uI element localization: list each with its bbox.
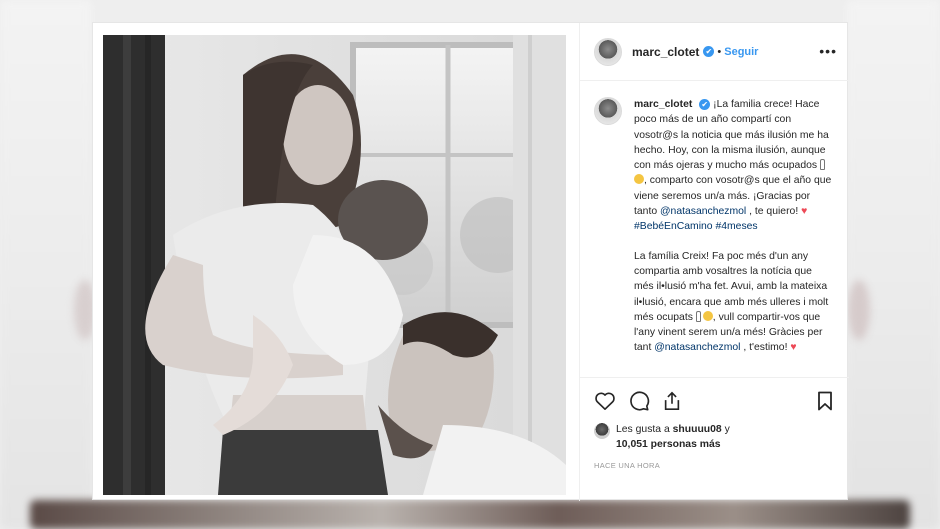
likes-summary: Les gusta a shuuuu08 y 10,051 personas m… [594,422,835,452]
caption-username[interactable]: marc_clotet [634,99,692,110]
instagram-post: marc_clotet ✔ • Seguir ••• marc_clotet ✔… [92,22,849,501]
heart-outline-icon[interactable] [594,391,616,411]
baby-bottle-icon [695,310,701,322]
likes-conj: y [721,424,730,435]
comment-icon[interactable] [628,390,650,412]
post-photo[interactable] [103,35,566,495]
family-photo [103,35,566,495]
mention-link[interactable]: @natasanchezmol [660,206,746,217]
action-icons [594,386,835,416]
likes-prefix: Les gusta a [616,424,673,435]
username[interactable]: marc_clotet [632,45,699,59]
liker-avatar[interactable] [594,423,610,439]
separator-dot: • [717,45,722,58]
background-strip [30,500,910,529]
likes-count[interactable]: 10,051 personas más [616,439,721,450]
caption-paragraph-1c: , te quiero! [746,206,802,218]
heart-icon: ♥ [801,206,808,218]
caption-row: marc_clotet ✔ ¡La familia crece! Hace po… [594,97,835,356]
background-left [0,0,92,529]
verified-icon: ✔ [699,99,711,110]
verified-icon: ✔ [703,46,715,57]
tired-face-icon [634,174,644,185]
post-header: marc_clotet ✔ • Seguir ••• [580,23,849,81]
bookmark-icon[interactable] [817,391,833,411]
follow-button[interactable]: Seguir [724,46,758,58]
post-sidebar: marc_clotet ✔ • Seguir ••• marc_clotet ✔… [579,23,849,501]
hashtag-link[interactable]: #BebéEnCamino [634,221,713,232]
baby-bottle-icon [819,159,825,171]
mention-link[interactable]: @natasanchezmol [654,342,740,353]
caption-area: marc_clotet ✔ ¡La familia crece! Hace po… [580,81,849,377]
more-icon[interactable]: ••• [819,43,837,59]
hashtag-link[interactable]: #4meses [715,221,757,232]
post-timestamp[interactable]: HACE UNA HORA [594,461,835,470]
caption-paragraph-2c: , t'estimo! [740,342,791,354]
background-shape [848,280,870,340]
tired-face-icon [702,310,713,321]
likes-text: Les gusta a shuuuu08 y 10,051 personas m… [616,422,730,452]
caption-paragraph-2: La família Creix! Fa poc més d'un any co… [634,249,834,356]
avatar[interactable] [594,37,622,66]
caption-avatar[interactable] [594,97,622,125]
share-icon[interactable] [662,390,682,412]
liker-username[interactable]: shuuuu08 [673,424,722,435]
background-right [846,0,940,529]
heart-icon: ♥ [790,342,797,354]
post-actions: Les gusta a shuuuu08 y 10,051 personas m… [580,377,849,501]
caption-text: marc_clotet ✔ ¡La familia crece! Hace po… [634,97,834,356]
